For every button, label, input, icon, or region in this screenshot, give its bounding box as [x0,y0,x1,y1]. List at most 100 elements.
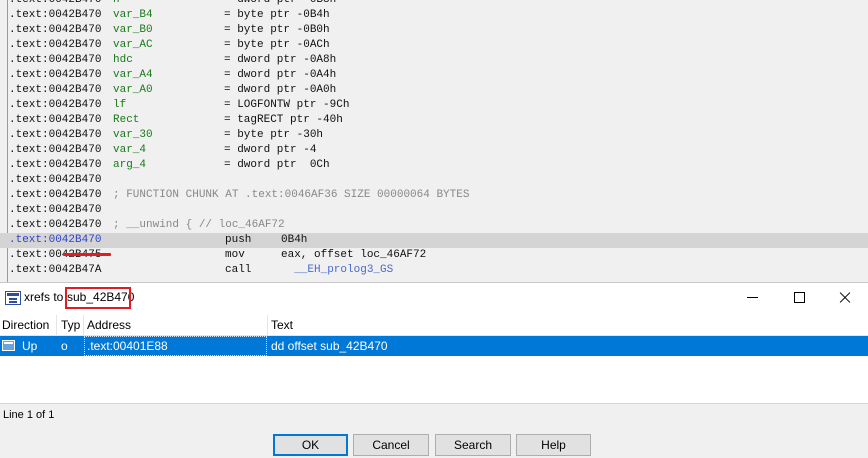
segment-prefix: .text: [9,9,49,21]
disasm-line[interactable]: .text:0042B470 var_4 = dword ptr -4 [0,143,868,158]
stack-var-name[interactable]: hdc [113,53,133,68]
disasm-line[interactable]: .text:0042B470 h = dword ptr -0B8h [0,0,868,8]
stack-var-definition: = byte ptr -0B4h [224,9,330,21]
search-button[interactable]: Search [435,434,511,456]
address-offset[interactable]: 0042B470 [49,99,102,111]
line-address: .text:0042B470 [9,98,101,113]
line-address: .text:0042B470 [9,173,101,188]
segment-prefix: .text: [9,84,49,96]
stack-var-name[interactable]: var_AC [113,38,153,53]
address-offset[interactable]: 0042B470 [49,204,102,216]
instruction-mnemonic: push [225,234,252,246]
stack-var-name[interactable]: var_30 [113,128,153,143]
address-offset[interactable]: 0042B47A [49,264,102,276]
address-offset[interactable]: 0042B470 [49,84,102,96]
disasm-line[interactable]: .text:0042B470 Rect = tagRECT ptr -40h [0,113,868,128]
address-offset[interactable]: 0042B470 [49,0,102,6]
stack-var-definition: = byte ptr -0B0h [224,24,330,36]
stack-var-name[interactable]: var_A0 [113,83,153,98]
segment-prefix: .text: [9,174,49,186]
instruction-operand[interactable]: eax, offset loc_46AF72 [281,248,426,263]
maximize-icon[interactable] [776,283,822,313]
disasm-line[interactable]: .text:0042B470 var_B4 = byte ptr -0B4h [0,8,868,23]
disassembly-view[interactable]: .text:0042B470 h = dword ptr -0B8h .text:00… [0,0,868,282]
disasm-line[interactable]: .text:0042B470 lf = LOGFONTW ptr -9Ch [0,98,868,113]
dialog-title-prefix: xrefs to [24,290,64,304]
column-header-text[interactable]: Text [268,315,868,335]
stack-var-definition: = dword ptr -0A4h [224,69,337,81]
stack-var-definition: = byte ptr -0ACh [224,39,330,51]
segment-prefix: .text: [9,264,49,276]
address-offset[interactable]: 0042B470 [49,189,102,201]
stack-var-definition: = dword ptr -0A0h [224,84,337,96]
xrefs-list[interactable]: Direction Typ Address Text Up o .text:00… [0,315,868,403]
stack-var-definition: = dword ptr 0Ch [224,159,330,171]
xref-direction: Up [22,339,38,353]
segment-prefix: .text: [9,159,49,171]
title-highlight-box [65,287,131,309]
disasm-line[interactable]: .text:0042B470 [0,173,868,188]
segment-prefix: .text: [9,219,49,231]
stack-var-name[interactable]: h [113,0,120,8]
stack-var-name[interactable]: var_B0 [113,23,153,38]
instruction-operand[interactable]: __EH_prolog3_GS [281,263,393,278]
column-header-direction[interactable]: Direction [0,315,57,335]
xref-row[interactable]: Up o .text:00401E88 dd offset sub_42B470 [0,336,868,356]
address-offset[interactable]: 0042B470 [49,159,102,171]
disasm-line[interactable]: .text:0042B470 var_30 = byte ptr -30h [0,128,868,143]
stack-var-name[interactable]: Rect [113,113,139,128]
close-icon[interactable] [822,283,868,313]
address-offset[interactable]: 0042B470 [49,114,102,126]
disasm-line[interactable]: .text:0042B470 push 0B4h [0,233,868,248]
address-offset[interactable]: 0042B470 [49,9,102,21]
disasm-line[interactable]: .text:0042B47A call __EH_prolog3_GS [0,263,868,278]
address-offset[interactable]: 0042B470 [49,234,102,246]
help-button[interactable]: Help [516,434,591,456]
status-line: Line 1 of 1 [3,409,55,421]
line-address: .text:0042B470 [9,23,101,38]
address-offset[interactable]: 0042B470 [49,219,102,231]
address-offset[interactable]: 0042B470 [49,54,102,66]
disasm-line[interactable]: .text:0042B470 ; FUNCTION CHUNK AT .text:… [0,188,868,203]
xref-address: .text:00401E88 [84,336,267,356]
stack-var-name[interactable]: var_4 [113,143,146,158]
segment-prefix: .text: [9,0,49,6]
column-header-address[interactable]: Address [84,315,268,335]
disasm-line[interactable]: .text:0042B470 ; __unwind { // loc_46AF72 [0,218,868,233]
address-offset[interactable]: 0042B470 [49,39,102,51]
stack-var-name[interactable]: lf [113,98,126,113]
line-address: .text:0042B470 [9,188,101,203]
disasm-line[interactable]: .text:0042B470 hdc = dword ptr -0A8h [0,53,868,68]
stack-var-name[interactable]: arg_4 [113,158,146,173]
segment-prefix: .text: [9,69,49,81]
line-address: .text:0042B470 [9,113,101,128]
minimize-icon[interactable] [730,283,776,313]
segment-prefix: .text: [9,114,49,126]
line-address: .text:0042B470 [9,143,101,158]
segment-prefix: .text: [9,24,49,36]
disasm-line[interactable]: .text:0042B470 var_A4 = dword ptr -0A4h [0,68,868,83]
line-comment: ; FUNCTION CHUNK AT .text:0046AF36 SIZE … [113,189,470,201]
address-offset[interactable]: 0042B470 [49,24,102,36]
segment-prefix: .text: [9,234,49,246]
line-address: .text:0042B470 [9,233,101,248]
disasm-line[interactable]: .text:0042B475moveax, offset loc_46AF72 [0,248,868,263]
disasm-line[interactable]: .text:0042B470 arg_4 = dword ptr 0Ch [0,158,868,173]
ok-button[interactable]: OK [273,434,348,456]
disasm-line[interactable]: .text:0042B470 [0,203,868,218]
stack-var-name[interactable]: var_B4 [113,8,153,23]
address-offset[interactable]: 0042B470 [49,69,102,81]
instruction-operand[interactable]: 0B4h [281,233,307,248]
line-address: .text:0042B470 [9,128,101,143]
address-offset[interactable]: 0042B470 [49,129,102,141]
cancel-button[interactable]: Cancel [353,434,429,456]
stack-var-definition: = byte ptr -30h [224,129,324,141]
column-header-type[interactable]: Typ [57,315,84,335]
address-offset[interactable]: 0042B470 [49,144,102,156]
dialog-titlebar[interactable]: xrefs to sub_42B470 [0,283,868,313]
disasm-line[interactable]: .text:0042B470 var_B0 = byte ptr -0B0h [0,23,868,38]
address-offset[interactable]: 0042B470 [49,174,102,186]
disasm-line[interactable]: .text:0042B470 var_AC = byte ptr -0ACh [0,38,868,53]
stack-var-name[interactable]: var_A4 [113,68,153,83]
disasm-line[interactable]: .text:0042B470 var_A0 = dword ptr -0A0h [0,83,868,98]
